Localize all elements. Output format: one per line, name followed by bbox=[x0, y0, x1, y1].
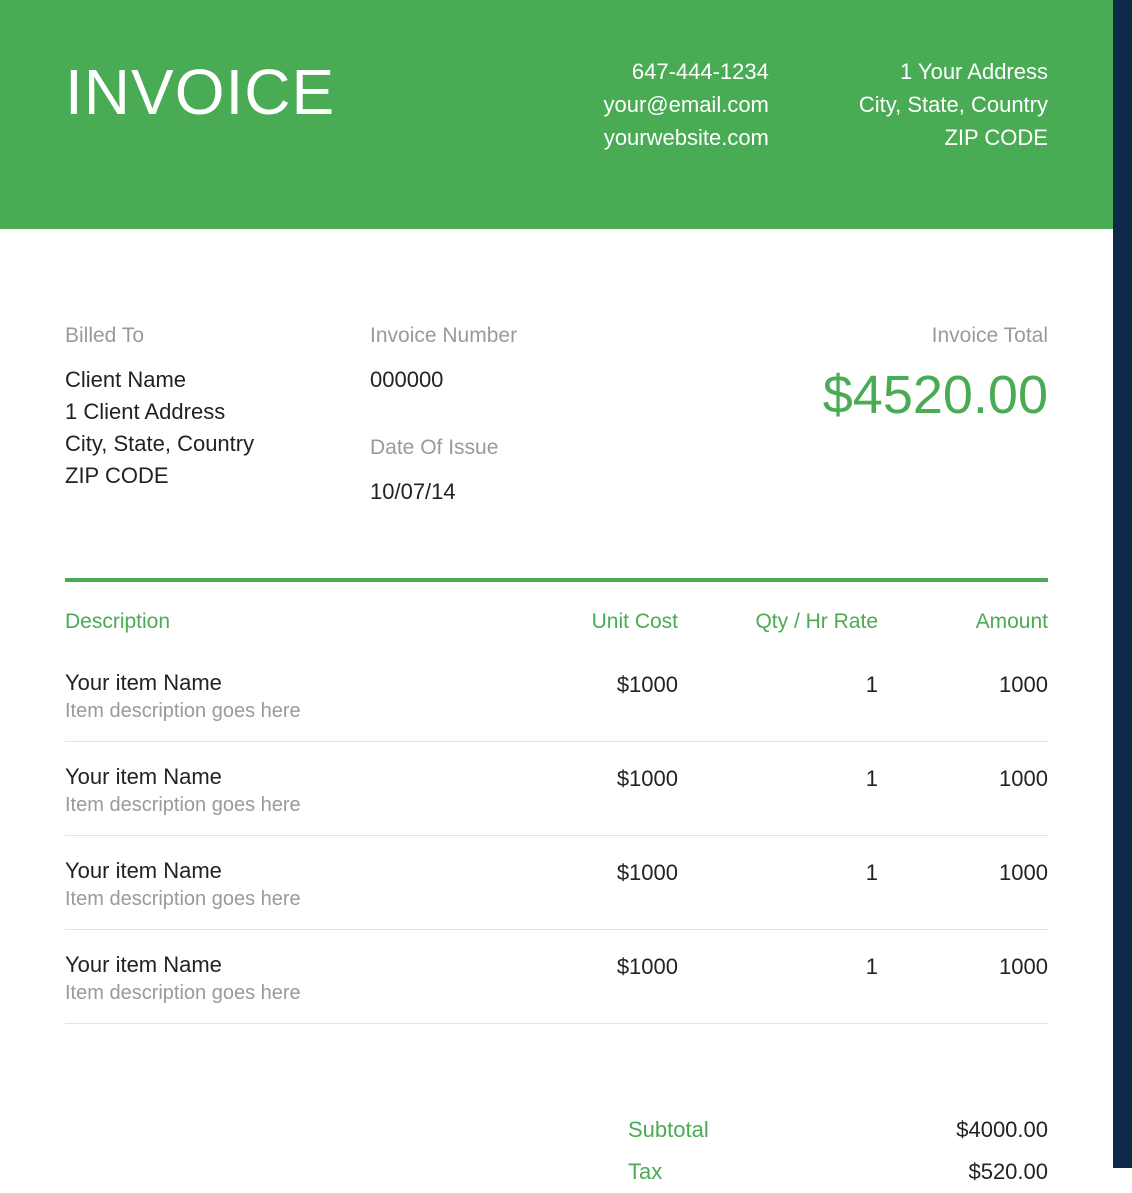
tax-value: $520.00 bbox=[968, 1159, 1048, 1185]
subtotal-row: Subtotal $4000.00 bbox=[628, 1109, 1048, 1151]
item-amount: 1000 bbox=[878, 764, 1048, 817]
client-address-line1: 1 Client Address bbox=[65, 396, 370, 428]
item-amount: 1000 bbox=[878, 858, 1048, 911]
date-of-issue-label: Date Of Issue bbox=[370, 436, 650, 460]
date-of-issue-value: 10/07/14 bbox=[370, 476, 650, 508]
invoice-total-value: $4520.00 bbox=[650, 364, 1048, 426]
client-name: Client Name bbox=[65, 364, 370, 396]
invoice-number-value: 000000 bbox=[370, 364, 650, 396]
item-description: Item description goes here bbox=[65, 982, 478, 1005]
totals-section: Subtotal $4000.00 Tax $520.00 bbox=[0, 1024, 1113, 1193]
item-unit-cost: $1000 bbox=[478, 858, 678, 911]
item-qty: 1 bbox=[678, 764, 878, 817]
address-zip: ZIP CODE bbox=[859, 121, 1048, 154]
col-description: Description bbox=[65, 610, 478, 634]
item-qty: 1 bbox=[678, 952, 878, 1005]
item-qty: 1 bbox=[678, 858, 878, 911]
col-qty: Qty / Hr Rate bbox=[678, 610, 878, 634]
item-description: Item description goes here bbox=[65, 794, 478, 817]
contact-block: 647-444-1234 your@email.com yourwebsite.… bbox=[604, 55, 769, 154]
invoice-total-label: Invoice Total bbox=[650, 324, 1048, 348]
tax-label: Tax bbox=[628, 1159, 662, 1185]
invoice-number-label: Invoice Number bbox=[370, 324, 650, 348]
item-unit-cost: $1000 bbox=[478, 670, 678, 723]
item-row: Your item Name Item description goes here… bbox=[65, 836, 1048, 930]
client-address-line2: City, State, Country bbox=[65, 428, 370, 460]
invoice-total-block: Invoice Total $4520.00 bbox=[650, 324, 1048, 508]
item-row: Your item Name Item description goes here… bbox=[65, 660, 1048, 742]
item-amount: 1000 bbox=[878, 670, 1048, 723]
billed-to-label: Billed To bbox=[65, 324, 370, 348]
item-row: Your item Name Item description goes here… bbox=[65, 930, 1048, 1024]
window-edge-strip bbox=[1113, 0, 1132, 1168]
address-line1: 1 Your Address bbox=[859, 55, 1048, 88]
item-name: Your item Name bbox=[65, 764, 478, 790]
subtotal-label: Subtotal bbox=[628, 1117, 709, 1143]
subtotal-value: $4000.00 bbox=[956, 1117, 1048, 1143]
item-amount: 1000 bbox=[878, 952, 1048, 1005]
item-unit-cost: $1000 bbox=[478, 952, 678, 1005]
invoice-meta: Billed To Client Name 1 Client Address C… bbox=[0, 229, 1113, 578]
item-description: Item description goes here bbox=[65, 888, 478, 911]
address-line2: City, State, Country bbox=[859, 88, 1048, 121]
items-section: Description Unit Cost Qty / Hr Rate Amou… bbox=[0, 578, 1113, 1024]
col-amount: Amount bbox=[878, 610, 1048, 634]
invoice-id-block: Invoice Number 000000 Date Of Issue 10/0… bbox=[370, 324, 650, 508]
contact-phone: 647-444-1234 bbox=[604, 55, 769, 88]
header-info: 647-444-1234 your@email.com yourwebsite.… bbox=[604, 55, 1049, 154]
items-body: Your item Name Item description goes here… bbox=[65, 660, 1048, 1024]
item-name: Your item Name bbox=[65, 952, 478, 978]
item-row: Your item Name Item description goes here… bbox=[65, 742, 1048, 836]
client-zip: ZIP CODE bbox=[65, 460, 370, 492]
tax-row: Tax $520.00 bbox=[628, 1151, 1048, 1193]
address-block: 1 Your Address City, State, Country ZIP … bbox=[859, 55, 1048, 154]
billed-to-block: Billed To Client Name 1 Client Address C… bbox=[65, 324, 370, 508]
contact-email: your@email.com bbox=[604, 88, 769, 121]
col-unit-cost: Unit Cost bbox=[478, 610, 678, 634]
item-name: Your item Name bbox=[65, 858, 478, 884]
invoice-title: INVOICE bbox=[65, 55, 335, 129]
item-unit-cost: $1000 bbox=[478, 764, 678, 817]
item-name: Your item Name bbox=[65, 670, 478, 696]
contact-website: yourwebsite.com bbox=[604, 121, 769, 154]
item-description: Item description goes here bbox=[65, 700, 478, 723]
invoice-page: INVOICE 647-444-1234 your@email.com your… bbox=[0, 0, 1113, 1193]
item-qty: 1 bbox=[678, 670, 878, 723]
invoice-header: INVOICE 647-444-1234 your@email.com your… bbox=[0, 0, 1113, 229]
items-header-row: Description Unit Cost Qty / Hr Rate Amou… bbox=[65, 582, 1048, 660]
